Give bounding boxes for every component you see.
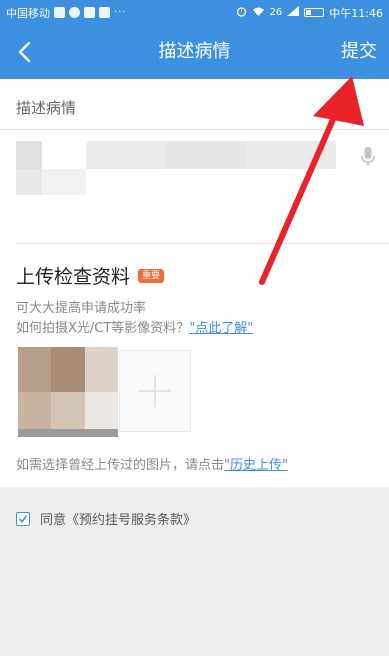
blurred-text [16, 169, 42, 195]
plus-icon [139, 375, 171, 407]
network-label: 26 [269, 7, 283, 18]
more-notifications-icon: ··· [114, 7, 127, 18]
history-upload-link[interactable]: "历史上传" [224, 458, 288, 473]
history-hint-text: 如需选择曾经上传过的图片，请点击 [16, 458, 225, 473]
carrier-label: 中国移动 [6, 6, 50, 20]
divider [16, 243, 389, 244]
page-title: 描述病情 [158, 41, 231, 62]
blurred-image [51, 347, 85, 392]
history-hint: 如需选择曾经上传过的图片，请点击"历史上传" [16, 454, 288, 473]
status-bar: 中国移动 ··· 26 中午11:46 [0, 0, 389, 25]
add-image-button[interactable] [119, 350, 191, 432]
title-bar: 描述病情 提交 [0, 25, 389, 79]
main-content: 描述病情 上传检查资料 重要 可大大提高申请成功率 如何拍摄X光/CT等影像资料… [0, 79, 389, 487]
blurred-text [16, 141, 42, 169]
description-input[interactable] [16, 139, 336, 199]
alarm-icon [236, 6, 247, 20]
blurred-text [86, 141, 166, 169]
blurred-image [18, 347, 52, 392]
chat-icon [69, 7, 80, 18]
description-label: 描述病情 [16, 99, 77, 117]
notification-icon [54, 7, 65, 18]
signal-icon [287, 6, 300, 19]
battery-icon [304, 8, 325, 17]
checkmark-icon [18, 514, 28, 523]
microphone-icon[interactable] [361, 146, 375, 172]
blurred-text [166, 141, 246, 169]
uploaded-image-thumbnail[interactable] [18, 347, 118, 437]
important-badge: 重要 [138, 268, 165, 283]
upload-title-text: 上传检查资料 [16, 266, 131, 288]
clock: 中午11:46 [329, 6, 383, 20]
howto-hint: 如何拍摄X光/CT等影像资料？"点此了解" [16, 317, 253, 336]
submit-button[interactable]: 提交 [341, 25, 377, 79]
agreement-row[interactable]: 同意《预约挂号服务条款》 [16, 509, 196, 528]
blurred-image [84, 347, 118, 392]
agreement-checkbox[interactable] [16, 511, 30, 526]
howto-hint-text: 如何拍摄X光/CT等影像资料？ [16, 321, 190, 336]
learn-more-link[interactable]: "点此了解" [189, 321, 253, 336]
upload-section-title: 上传检查资料 重要 [16, 262, 165, 289]
success-rate-hint: 可大大提高申请成功率 [16, 301, 147, 316]
divider [0, 129, 389, 130]
app-icon [84, 7, 95, 18]
app-icon [99, 7, 110, 18]
thumbnail-strip [18, 429, 118, 437]
blurred-text [246, 141, 336, 169]
agreement-label: 同意《预约挂号服务条款》 [40, 513, 197, 528]
wifi-icon [252, 6, 265, 20]
blurred-text [42, 169, 86, 195]
